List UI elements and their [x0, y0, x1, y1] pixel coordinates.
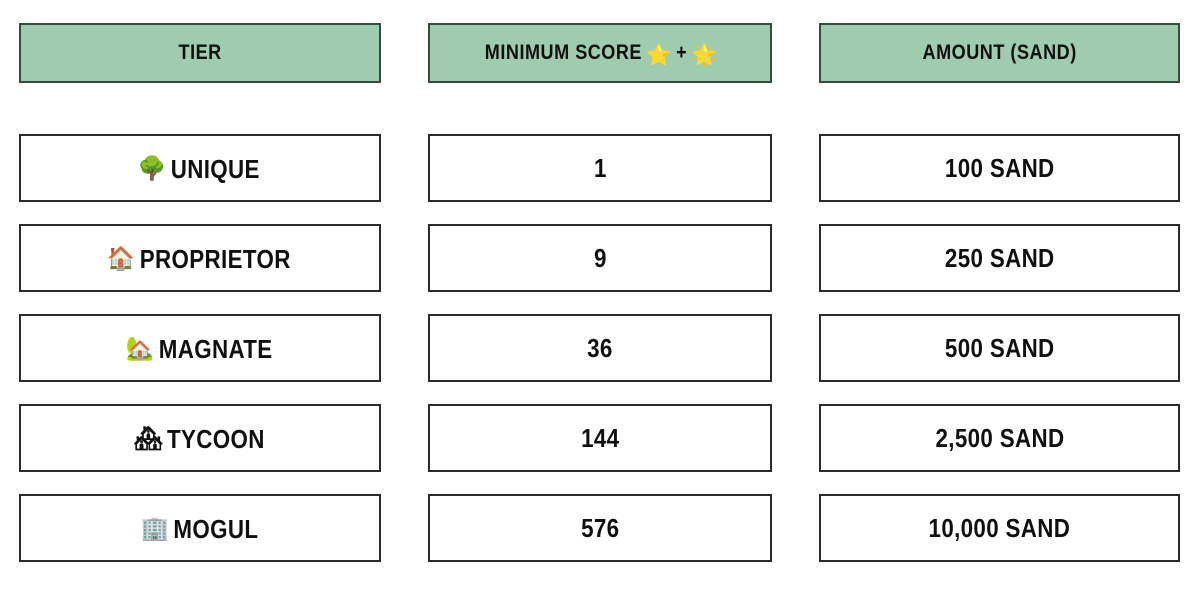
minimum-score-text: MINIMUM SCORE — [484, 40, 642, 64]
tier-label: UNIQUE — [170, 153, 261, 184]
house-with-garden-emoji: 🏡 — [125, 335, 155, 362]
amount-cell: 250 SAND — [819, 224, 1180, 292]
table-row: 🏡 MAGNATE 36 500 SAND — [19, 314, 1180, 382]
houses-emoji: 🏘 — [133, 425, 163, 452]
amount-value: 500 SAND — [944, 332, 1055, 363]
minimum-score-value: 144 — [580, 422, 620, 453]
amount-value: 100 SAND — [944, 152, 1055, 183]
tier-cell: 🏘 TYCOON — [19, 404, 381, 472]
column-header-amount-label: AMOUNT (SAND) — [922, 41, 1077, 64]
minimum-score-cell: 36 — [428, 314, 772, 382]
minimum-score-value: 36 — [587, 332, 613, 363]
minimum-score-value: 9 — [593, 242, 607, 273]
glowing-star-icon: 🌟 — [690, 42, 718, 67]
column-header-minimum-score: MINIMUM SCORE ⭐ + 🌟 — [428, 23, 772, 83]
table-row: 🏢 MOGUL 576 10,000 SAND — [19, 494, 1180, 562]
column-header-amount: AMOUNT (SAND) — [819, 23, 1180, 83]
column-header-tier: TIER — [19, 23, 381, 83]
house-emoji: 🏠 — [107, 245, 137, 272]
table-row: 🌳 UNIQUE 1 100 SAND — [19, 134, 1180, 202]
minimum-score-cell: 144 — [428, 404, 772, 472]
amount-cell: 10,000 SAND — [819, 494, 1180, 562]
amount-value: 250 SAND — [944, 242, 1055, 273]
table-header-row: TIER MINIMUM SCORE ⭐ + 🌟 AMOUNT (SAND) — [19, 23, 1180, 83]
amount-cell: 100 SAND — [819, 134, 1180, 202]
tier-reward-table: TIER MINIMUM SCORE ⭐ + 🌟 AMOUNT (SAND) 🌳… — [19, 23, 1180, 562]
minimum-score-value: 1 — [593, 152, 607, 183]
plus-sign: + — [675, 40, 687, 64]
tier-cell: 🌳 UNIQUE — [19, 134, 381, 202]
tier-cell: 🏢 MOGUL — [19, 494, 381, 562]
star-icon: ⭐ — [645, 42, 673, 67]
minimum-score-cell: 1 — [428, 134, 772, 202]
tier-label: MAGNATE — [158, 333, 273, 364]
amount-cell: 500 SAND — [819, 314, 1180, 382]
minimum-score-cell: 9 — [428, 224, 772, 292]
minimum-score-cell: 576 — [428, 494, 772, 562]
office-building-emoji: 🏢 — [140, 515, 170, 542]
table-row: 🏘 TYCOON 144 2,500 SAND — [19, 404, 1180, 472]
amount-value: 2,500 SAND — [935, 422, 1064, 453]
tier-cell: 🏡 MAGNATE — [19, 314, 381, 382]
amount-value: 10,000 SAND — [928, 512, 1071, 543]
tier-label: MOGUL — [173, 513, 258, 544]
column-header-tier-label: TIER — [178, 41, 222, 64]
table-row: 🏠 PROPRIETOR 9 250 SAND — [19, 224, 1180, 292]
tier-label: TYCOON — [166, 423, 265, 454]
minimum-score-value: 576 — [580, 512, 620, 543]
column-header-minimum-score-label: MINIMUM SCORE ⭐ + 🌟 — [484, 40, 718, 67]
deciduous-tree-emoji: 🌳 — [137, 155, 167, 182]
tier-cell: 🏠 PROPRIETOR — [19, 224, 381, 292]
amount-cell: 2,500 SAND — [819, 404, 1180, 472]
tier-label: PROPRIETOR — [140, 243, 291, 274]
